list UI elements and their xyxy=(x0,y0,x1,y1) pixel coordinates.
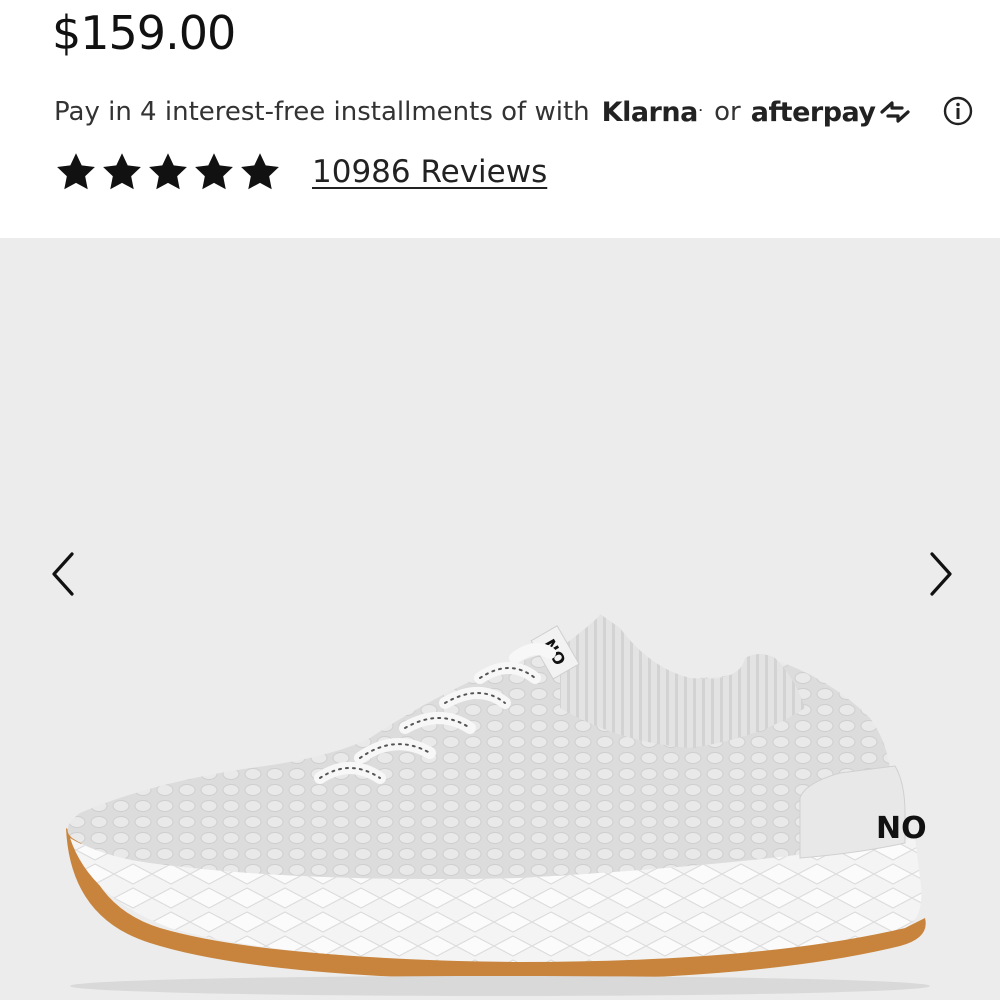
product-image-carousel: NO NO xyxy=(0,238,1000,1000)
info-icon[interactable] xyxy=(943,96,973,126)
afterpay-label: afterpay xyxy=(750,96,876,128)
installments-text: Pay in 4 interest-free installments of w… xyxy=(54,97,590,127)
rating-row: 10986 Reviews xyxy=(54,148,547,196)
klarna-label: Klarna xyxy=(601,96,699,128)
afterpay-logo[interactable]: afterpay xyxy=(751,97,912,128)
star-icon xyxy=(103,153,141,190)
heel-brand-text: NO xyxy=(876,811,927,846)
star-icon xyxy=(57,153,95,190)
chevron-left-icon[interactable] xyxy=(44,546,84,602)
afterpay-arrows-icon xyxy=(879,101,910,123)
chevron-right-icon[interactable] xyxy=(920,546,960,602)
shoe-shadow xyxy=(70,976,930,996)
star-icon xyxy=(149,153,187,190)
klarna-logo[interactable]: Klarna. xyxy=(601,96,703,128)
klarna-mark: . xyxy=(698,102,703,114)
or-text: or xyxy=(714,97,741,127)
reviews-link[interactable]: 10986 Reviews xyxy=(312,154,547,190)
star-icon xyxy=(241,153,279,190)
payment-options: Pay in 4 interest-free installments of w… xyxy=(54,92,984,132)
product-image[interactable]: NO NO xyxy=(0,238,1000,1000)
star-icon xyxy=(195,153,233,190)
star-rating xyxy=(54,150,284,194)
product-price: $159.00 xyxy=(52,6,236,60)
